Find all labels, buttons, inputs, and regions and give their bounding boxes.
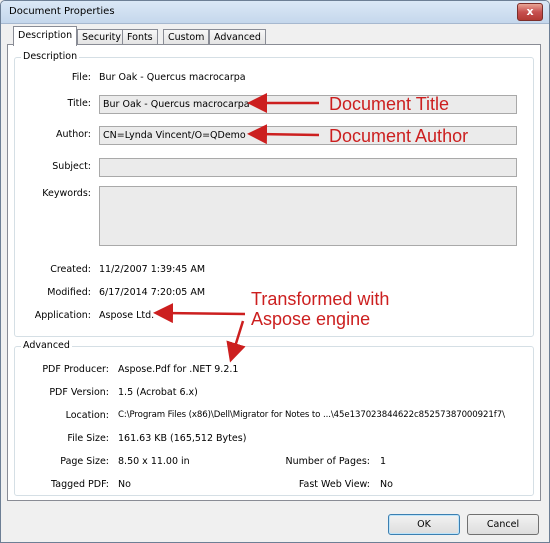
transformed-annotation-line2: Aspose engine [251,309,371,329]
annotation-arrows [153,93,320,363]
cancel-button[interactable]: Cancel [467,514,539,535]
application-arrow [153,303,246,324]
producer-arrow [226,320,246,363]
tab-description[interactable]: Description [13,26,78,46]
ok-button[interactable]: OK [388,514,460,535]
document-title-annotation: Document Title [329,94,450,114]
document-author-annotation: Document Author [329,126,469,146]
transformed-annotation-line1: Transformed with [251,289,390,309]
document-properties-dialog: Document Properties x Description Securi… [0,0,550,543]
author-arrow [247,124,320,145]
